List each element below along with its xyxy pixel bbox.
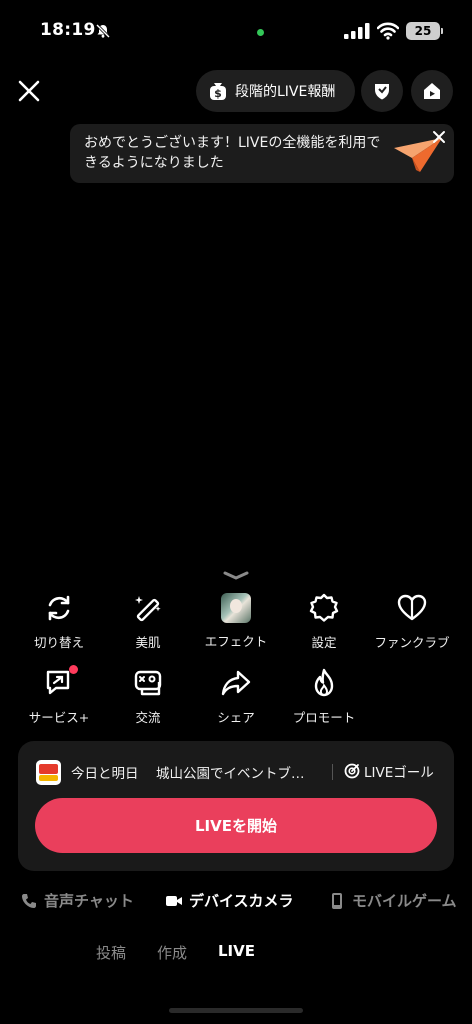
target-icon [344, 763, 360, 779]
tool-label: サービス+ [28, 710, 90, 725]
tool-label: エフェクト [204, 634, 268, 649]
tool-label: 切り替え [33, 635, 84, 650]
flame-icon [314, 668, 334, 697]
mode-label: モバイルゲーム [352, 892, 457, 910]
live-goal-label: LIVEゴール [364, 765, 434, 781]
tool-label: 美肌 [135, 635, 161, 650]
mode-voice-chat[interactable]: 音声チャット [20, 890, 134, 911]
tool-services[interactable]: サービス+ [12, 665, 106, 726]
live-rewards-button[interactable]: $ 段階的LIVE報酬 [196, 70, 355, 112]
mode-mobile-game[interactable]: モバイルゲーム [328, 890, 457, 911]
home-indicator [169, 1008, 303, 1013]
tool-settings[interactable]: 設定 [277, 592, 371, 651]
notification-dot [69, 665, 78, 674]
gear-icon [309, 593, 339, 622]
battery-cap [441, 28, 443, 34]
share-arrow-icon [221, 670, 251, 696]
tool-beauty[interactable]: 美肌 [101, 592, 195, 651]
tab-post[interactable]: 投稿 [96, 942, 126, 963]
tool-share[interactable]: シェア [189, 667, 283, 726]
wifi-icon [377, 22, 399, 40]
tab-create[interactable]: 作成 [157, 942, 187, 963]
notification-message: おめでとうございます！LIVEの全機能を利用できるようになりました [84, 135, 381, 171]
mode-label: 音声チャット [44, 892, 134, 910]
go-live-panel: 今日と明日 城山公園でイベントブ… LIVEゴール LIVEを開始 [18, 741, 454, 871]
tool-flip-camera[interactable]: 切り替え [12, 592, 106, 651]
tool-label: 交流 [135, 710, 161, 725]
live-rewards-label: 段階的LIVE報酬 [235, 84, 336, 100]
close-icon[interactable] [14, 76, 44, 106]
event-logo[interactable] [36, 760, 61, 785]
tool-interaction[interactable]: 交流 [101, 667, 195, 726]
game-controller-icon [134, 670, 162, 696]
phone-icon [22, 893, 36, 908]
camera-in-use-indicator [257, 29, 264, 36]
heart-icon [397, 594, 427, 621]
camera-icon [166, 895, 182, 906]
tool-label: ファンクラブ [374, 635, 450, 650]
shield-button[interactable] [361, 70, 403, 112]
event-date[interactable]: 今日と明日 [71, 762, 139, 782]
battery-level: 25 [406, 22, 440, 40]
tool-fan-club[interactable]: ファンクラブ [365, 592, 459, 651]
home-play-icon [424, 83, 440, 99]
live-goal-button[interactable]: LIVEゴール [344, 761, 434, 781]
mode-label: デバイスカメラ [189, 892, 294, 910]
live-center-button[interactable] [411, 70, 453, 112]
svg-text:$: $ [214, 87, 222, 100]
mode-device-camera[interactable]: デバイスカメラ [165, 890, 294, 911]
effect-thumbnail [221, 593, 251, 623]
dismiss-notification-icon[interactable] [430, 128, 448, 146]
event-title[interactable]: 城山公園でイベントブ… [156, 762, 313, 782]
magic-wand-icon [135, 596, 161, 622]
tool-effects[interactable]: エフェクト [189, 592, 283, 650]
shield-icon [375, 84, 389, 100]
tool-label: 設定 [311, 635, 337, 650]
collapse-chevron-icon[interactable] [222, 570, 250, 582]
tool-promote[interactable]: プロモート [277, 667, 371, 726]
status-bar: 18:19 25 [0, 0, 472, 60]
tool-label: シェア [217, 710, 255, 725]
flip-camera-icon [48, 595, 70, 621]
money-bag-icon: $ [210, 83, 226, 100]
cellular-signal-icon [344, 23, 370, 39]
tab-live[interactable]: LIVE [218, 942, 255, 960]
mobile-icon [332, 892, 342, 909]
tool-label: プロモート [292, 710, 356, 725]
unlock-notification: おめでとうございます！LIVEの全機能を利用できるようになりました [70, 124, 454, 183]
go-live-button[interactable]: LIVEを開始 [35, 798, 437, 853]
status-time: 18:19 [40, 20, 96, 40]
divider [332, 764, 333, 780]
bell-muted-icon [95, 23, 111, 39]
